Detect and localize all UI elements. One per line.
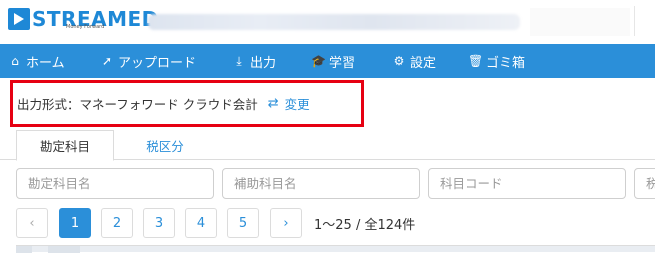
tax-filter[interactable] (634, 168, 655, 199)
streamed-logo[interactable]: STREAMED (8, 8, 159, 38)
home-icon: ⌂ (11, 54, 19, 68)
nav-label: アップロード (118, 55, 197, 71)
nav-item-home[interactable]: ⌂ ホーム (8, 44, 65, 78)
change-format-label: 変更 (284, 97, 310, 112)
upload-icon: ➚ (101, 54, 113, 68)
change-format-link[interactable]: ⇄ 変更 (268, 94, 310, 113)
nav-item-output[interactable]: ⤓ 出力 (232, 44, 276, 78)
page-button-3[interactable]: 3 (143, 208, 175, 238)
graduation-cap-icon: 🎓 (311, 54, 326, 68)
page-button-4[interactable]: 4 (185, 208, 217, 238)
download-icon: ⤓ (236, 53, 242, 68)
nav-item-learning[interactable]: 🎓 学習 (311, 44, 355, 78)
blurred-company-name (148, 14, 520, 30)
top-bar: STREAMED Money Forward (0, 0, 655, 44)
nav-label: ホーム (26, 55, 65, 71)
nav-label: 出力 (250, 55, 277, 71)
trash-icon: 🗑 (468, 54, 484, 68)
nav-label: 学習 (329, 55, 356, 71)
page-button-2[interactable]: 2 (101, 208, 133, 238)
nav-item-trash[interactable]: 🗑 ゴミ箱 (468, 44, 525, 78)
sub-account-name-filter[interactable] (222, 168, 420, 199)
nav-label: 設定 (410, 55, 437, 71)
pagination: ‹ 1 2 3 4 5 › 1〜25 / 全124件 (16, 208, 636, 238)
table-header (16, 245, 655, 253)
logo-mark-icon (8, 8, 30, 30)
nav-item-upload[interactable]: ➚ アップロード (100, 44, 196, 78)
tab-tax-categories[interactable]: 税区分 (130, 130, 200, 160)
account-name-filter[interactable] (16, 168, 214, 199)
user-area (530, 8, 630, 36)
account-code-filter[interactable] (428, 168, 626, 199)
next-page-button[interactable]: › (270, 208, 302, 238)
page-button-1[interactable]: 1 (59, 208, 91, 238)
nav-item-settings[interactable]: ⚙ 設定 (392, 44, 436, 78)
tab-account-items[interactable]: 勘定科目 (16, 130, 114, 161)
nav-label: ゴミ箱 (486, 55, 526, 71)
page-button-5[interactable]: 5 (227, 208, 259, 238)
logo-subtitle: Money Forward (66, 24, 105, 30)
swap-icon: ⇄ (267, 96, 279, 111)
output-format-highlight: 出力形式：マネーフォワード クラウド会計 ⇄ 変更 (10, 80, 364, 127)
tab-bar: 勘定科目 税区分 (0, 130, 655, 161)
main-nav: ⌂ ホーム ➚ アップロード ⤓ 出力 🎓 学習 ⚙ 設定 🗑 ゴミ箱 (0, 44, 655, 78)
gear-icon: ⚙ (393, 54, 405, 68)
pagination-info: 1〜25 / 全124件 (314, 217, 416, 233)
top-divider (634, 6, 635, 36)
prev-page-button[interactable]: ‹ (16, 208, 48, 238)
output-format-label: 出力形式：マネーフォワード クラウド会計 (17, 97, 258, 112)
